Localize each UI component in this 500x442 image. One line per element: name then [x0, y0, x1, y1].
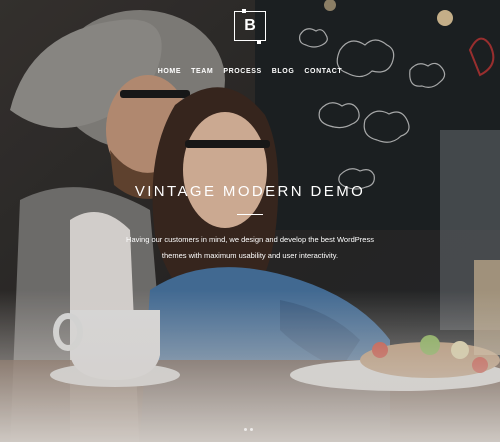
nav-item-process[interactable]: PROCESS [223, 68, 261, 75]
logo-decor-mark [242, 9, 246, 13]
nav-item-blog[interactable]: BLOG [272, 68, 295, 75]
slider-dot[interactable] [244, 428, 247, 431]
slider-dot[interactable] [250, 428, 253, 431]
title-divider [237, 214, 263, 215]
main-navigation: HOME TEAM PROCESS BLOG CONTACT [0, 68, 500, 75]
nav-item-team[interactable]: TEAM [191, 68, 213, 75]
nav-item-contact[interactable]: CONTACT [304, 68, 342, 75]
logo-letter: B [244, 17, 256, 34]
hero-title: VINTAGE MODERN DEMO [134, 183, 366, 200]
hero-section: B HOME TEAM PROCESS BLOG CONTACT VINTAGE… [0, 0, 500, 442]
hero-description: Having our customers in mind, we design … [126, 235, 374, 260]
hero-background-image [0, 0, 500, 442]
logo-decor-mark [257, 40, 261, 44]
slider-pagination [244, 428, 253, 431]
nav-item-home[interactable]: HOME [158, 68, 181, 75]
brand-logo[interactable]: B [234, 9, 266, 44]
